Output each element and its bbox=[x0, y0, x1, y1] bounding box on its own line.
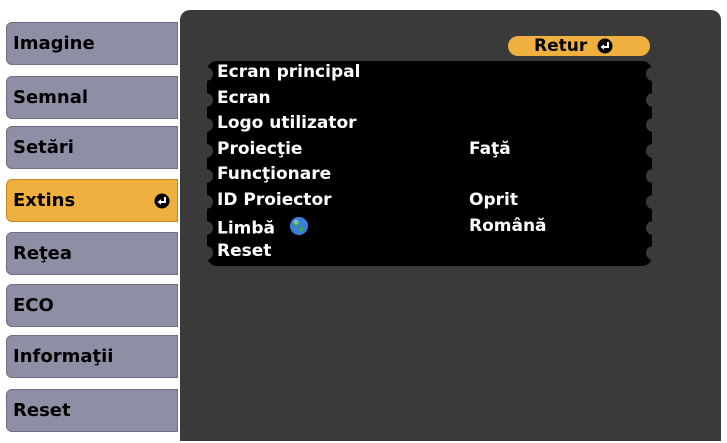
menu-item-value: Română bbox=[469, 215, 547, 236]
tab-label: Imagine bbox=[13, 33, 95, 54]
globe-icon bbox=[289, 216, 309, 241]
tab-eco[interactable]: ECO bbox=[6, 284, 178, 327]
menu-item-label: Proiecţie bbox=[217, 138, 303, 159]
tab-label: Reţea bbox=[13, 243, 73, 264]
tab-label: Extins bbox=[13, 190, 76, 211]
tab-extins[interactable]: Extins bbox=[6, 179, 178, 222]
menu-item-label: Funcţionare bbox=[217, 164, 332, 185]
tab-label: Semnal bbox=[13, 87, 89, 108]
tab-label: Reset bbox=[13, 400, 71, 421]
menu-item-label: Reset bbox=[217, 241, 272, 262]
menu-item-id-proiector[interactable]: ID Proiector Oprit bbox=[203, 189, 656, 215]
return-button[interactable]: Retur bbox=[508, 36, 650, 56]
enter-icon bbox=[597, 38, 613, 54]
menu-item-label: ID Proiector bbox=[217, 190, 332, 210]
menu-item-label-text: Limbă bbox=[217, 218, 276, 239]
tab-reset[interactable]: Reset bbox=[6, 389, 178, 432]
tab-semnal[interactable]: Semnal bbox=[6, 76, 178, 119]
menu-item-functionare[interactable]: Funcţionare bbox=[203, 163, 656, 189]
menu-item-label: Limbă bbox=[217, 216, 309, 241]
menu-item-ecran-principal[interactable]: Ecran principal bbox=[203, 61, 656, 87]
tab-informatii[interactable]: Informaţii bbox=[6, 335, 178, 378]
menu-list: Ecran principal Ecran Logo utilizator Pr… bbox=[203, 61, 656, 266]
enter-icon bbox=[154, 193, 170, 209]
menu-item-value: Faţă bbox=[469, 138, 511, 159]
menu-item-proiectie[interactable]: Proiecţie Faţă bbox=[203, 138, 656, 164]
tab-setari[interactable]: Setări bbox=[6, 126, 178, 169]
return-label: Retur bbox=[534, 36, 588, 56]
menu-item-label: Ecran principal bbox=[217, 62, 361, 82]
tab-label: ECO bbox=[13, 295, 54, 316]
menu-item-limba[interactable]: Limbă Română bbox=[203, 215, 656, 241]
menu-item-label: Ecran bbox=[217, 87, 271, 108]
tab-label: Setări bbox=[13, 137, 74, 158]
menu-item-logo-utilizator[interactable]: Logo utilizator bbox=[203, 112, 656, 138]
tab-label: Informaţii bbox=[13, 346, 114, 367]
menu-item-reset[interactable]: Reset bbox=[203, 240, 656, 266]
tab-retea[interactable]: Reţea bbox=[6, 232, 178, 275]
menu-item-value: Oprit bbox=[469, 190, 518, 210]
menu-item-label: Logo utilizator bbox=[217, 113, 357, 134]
menu-item-ecran[interactable]: Ecran bbox=[203, 87, 656, 113]
tab-imagine[interactable]: Imagine bbox=[6, 22, 178, 65]
